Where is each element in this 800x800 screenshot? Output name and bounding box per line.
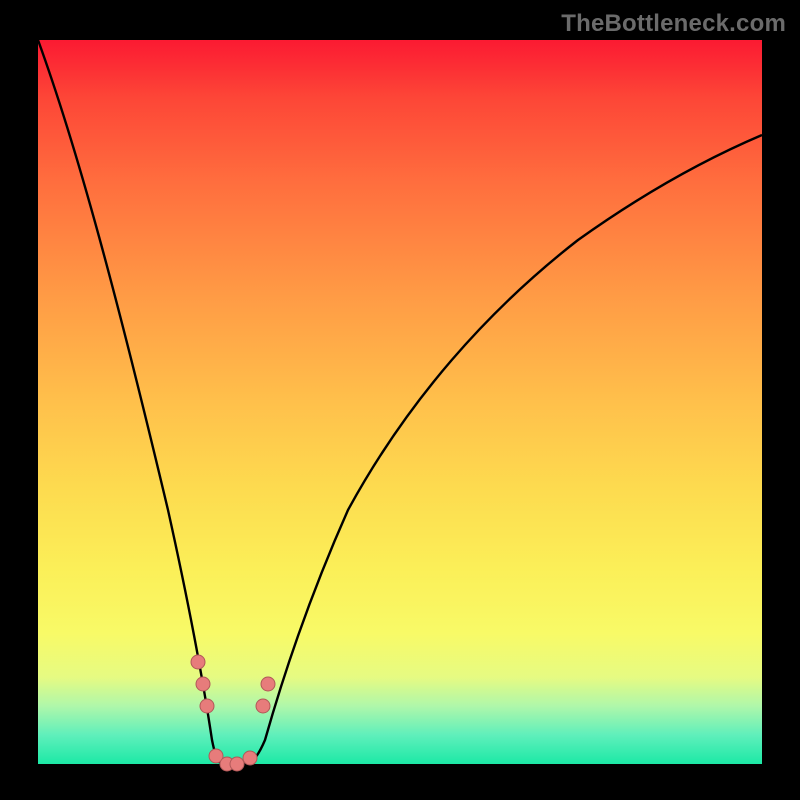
bottleneck-curve (38, 40, 762, 764)
marker-group (191, 655, 275, 771)
marker (191, 655, 205, 669)
curve-layer (38, 40, 762, 764)
marker (261, 677, 275, 691)
marker (230, 757, 244, 771)
marker (256, 699, 270, 713)
marker (196, 677, 210, 691)
marker (200, 699, 214, 713)
marker (243, 751, 257, 765)
watermark-text: TheBottleneck.com (561, 10, 786, 38)
outer-frame: TheBottleneck.com (0, 0, 800, 800)
